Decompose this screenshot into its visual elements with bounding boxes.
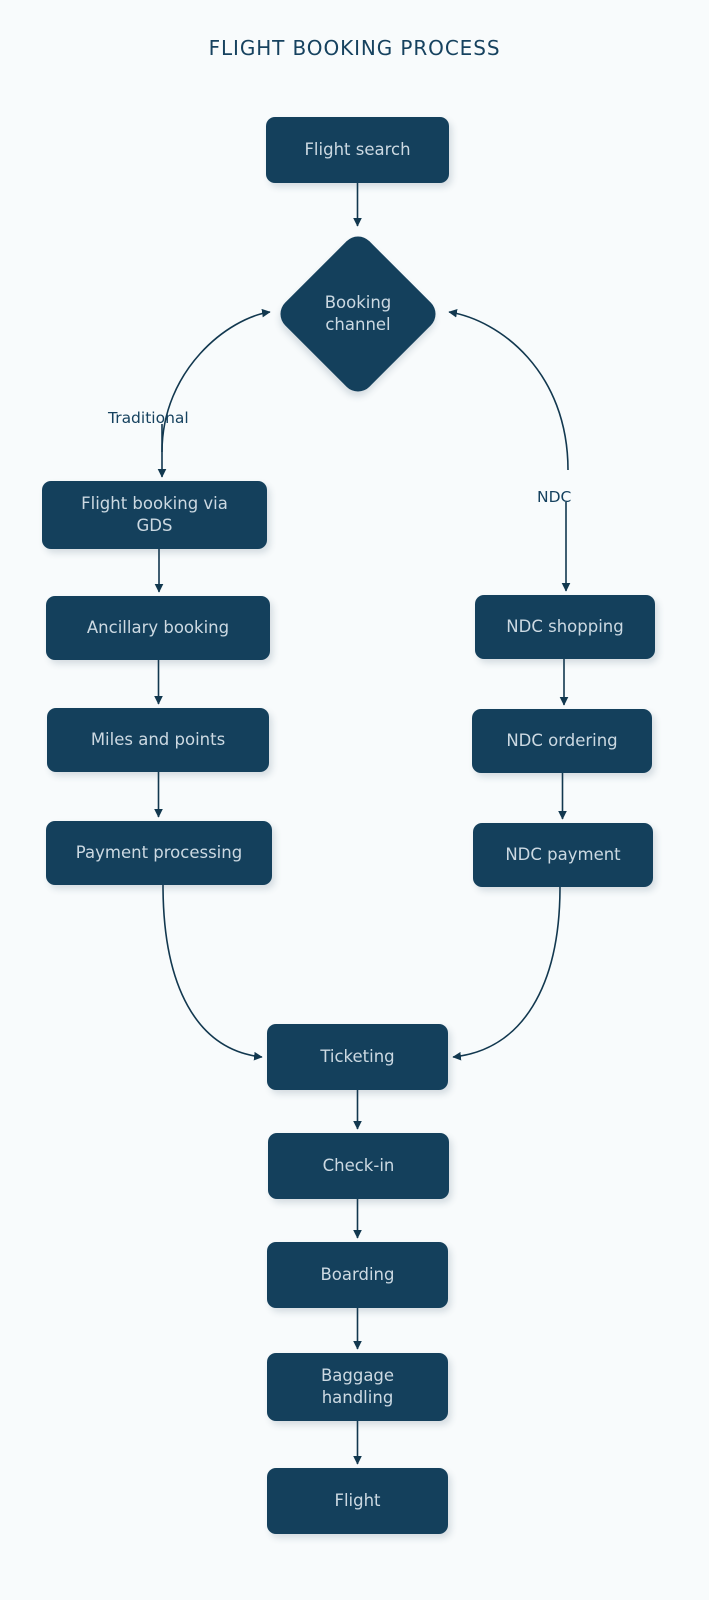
node-ndc-shopping[interactable]: NDC shopping [475,595,655,659]
node-ndc-ordering[interactable]: NDC ordering [472,709,652,773]
edge-label-ndc: NDC [537,488,572,506]
node-check-in-label: Check-in [322,1156,395,1176]
node-boarding-label: Boarding [320,1265,395,1285]
node-booking-channel[interactable]: Booking channel [273,229,443,399]
node-check-in[interactable]: Check-in [268,1133,449,1199]
node-baggage-handling[interactable]: Baggage handling [267,1353,448,1421]
edge-booking-channel-to-gds [161,308,271,453]
edge-booking-channel-to-ndc [448,308,569,471]
node-miles-and-points-label: Miles and points [90,730,226,750]
edge-label-traditional: Traditional [108,409,189,427]
node-ticketing[interactable]: Ticketing [267,1024,448,1090]
node-ndc-ordering-label: NDC ordering [506,731,618,751]
node-miles-and-points[interactable]: Miles and points [47,708,269,772]
node-payment-processing[interactable]: Payment processing [46,821,272,885]
node-ndc-shopping-label: NDC shopping [506,617,624,637]
node-ticketing-label: Ticketing [320,1047,395,1067]
node-flight-label: Flight [334,1491,381,1511]
node-ndc-payment-label: NDC payment [505,845,621,865]
node-flight-search-label: Flight search [304,140,411,160]
node-ancillary-booking-label: Ancillary booking [86,618,230,638]
node-booking-channel-label: Booking channel [324,293,392,334]
node-ndc-payment[interactable]: NDC payment [473,823,653,887]
page-title: FLIGHT BOOKING PROCESS [208,36,501,60]
node-boarding[interactable]: Boarding [267,1242,448,1308]
edge-payment-to-ticketing [162,884,263,1061]
node-baggage-handling-label: Baggage handling [320,1366,395,1407]
node-flight-search[interactable]: Flight search [266,117,449,183]
node-ancillary-booking[interactable]: Ancillary booking [46,596,270,660]
edge-ndcpayment-to-ticketing [452,886,561,1061]
node-payment-processing-label: Payment processing [75,843,243,863]
node-flight[interactable]: Flight [267,1468,448,1534]
node-gds-booking-label: Flight booking via GDS [81,494,228,535]
flowchart-canvas: FLIGHT BOOKING PROCESS Flight search Boo… [0,0,709,1600]
node-gds-booking[interactable]: Flight booking via GDS [42,481,267,549]
